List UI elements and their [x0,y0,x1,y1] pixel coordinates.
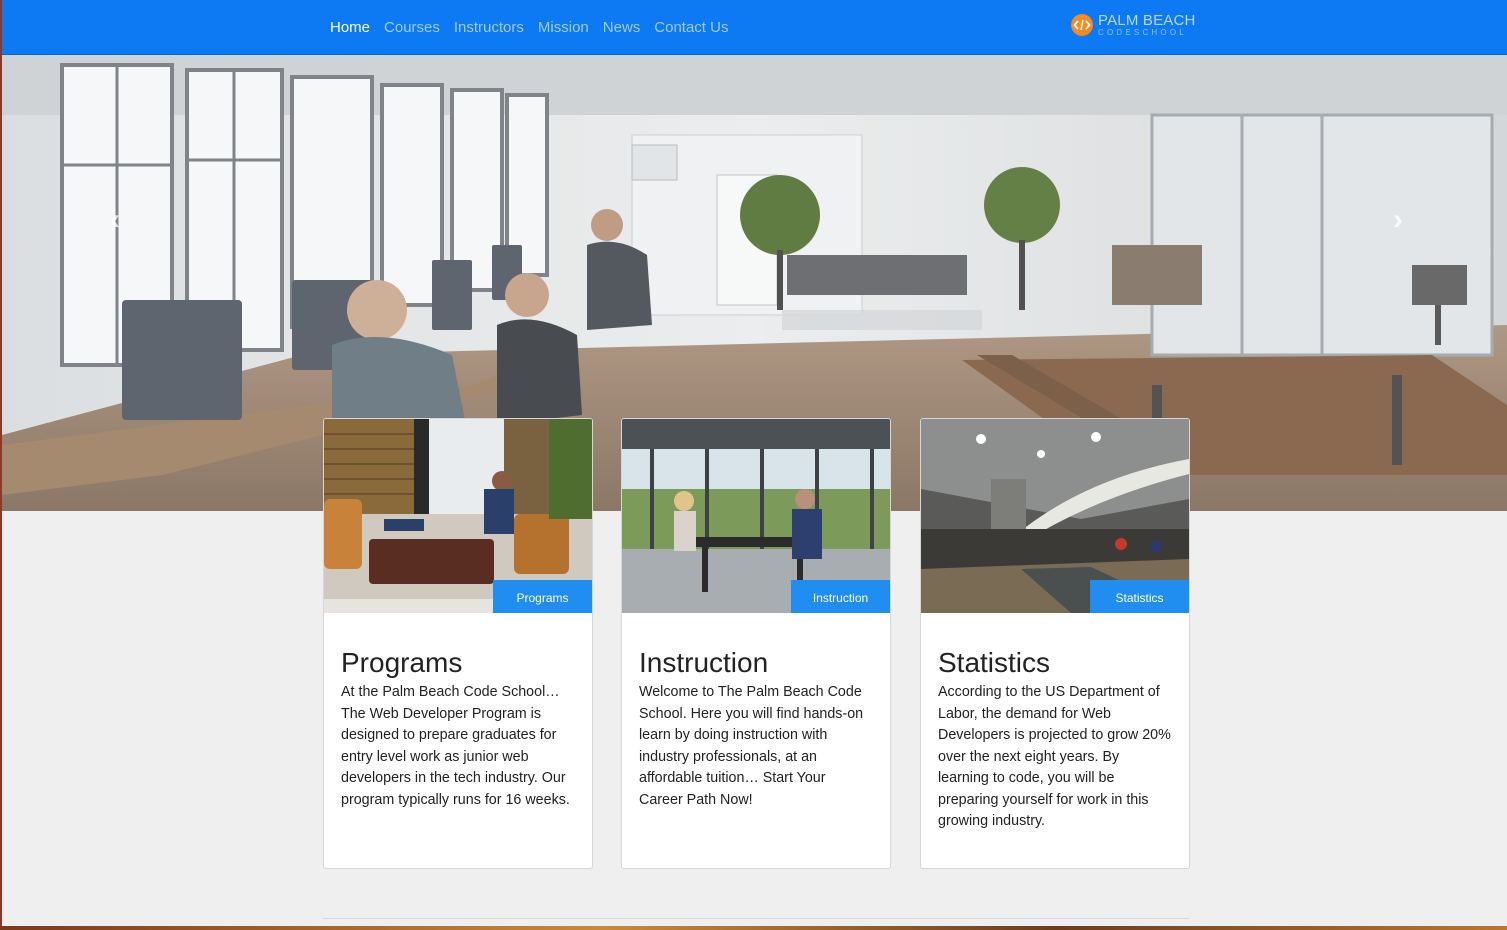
card-badge: Instruction [791,580,890,613]
card-instruction: Instruction Instruction Welcome to The P… [621,418,891,869]
card-image[interactable]: Statistics [921,419,1189,613]
nav-home-link[interactable]: Home [330,19,370,36]
card-badge: Programs [493,580,592,613]
card-body: Programs At the Palm Beach Code School… … [324,647,592,811]
nav-news-link[interactable]: News [603,19,641,36]
nav-instructors-link[interactable]: Instructors [454,19,524,36]
card-text: According to the US Department of Labor,… [938,684,1171,829]
desktop-edge [0,926,1507,930]
card-body: Statistics According to the US Departmen… [921,647,1189,833]
chevron-left-icon: ‹ [110,203,120,236]
card-statistics: Statistics Statistics According to the U… [920,418,1190,869]
card-title: Instruction [639,647,769,678]
navbar: Home Courses Instructors Mission News Co… [2,0,1507,55]
brand-name: PALM BEACH [1098,12,1196,29]
nav-contact-link[interactable]: Contact Us [654,19,728,36]
card-badge: Statistics [1090,580,1189,613]
nav-courses-link[interactable]: Courses [384,19,440,36]
card-title: Programs [341,647,463,678]
carousel-next-button[interactable]: › [1383,200,1413,240]
card-image[interactable]: Programs [324,419,592,613]
brand-text: PALM BEACH CODESCHOOL [1098,13,1196,37]
nav-links: Home Courses Instructors Mission News Co… [330,0,728,54]
card-title: Statistics [938,647,1051,678]
carousel-prev-button[interactable]: ‹ [100,200,130,240]
brand-subtitle: CODESCHOOL [1098,28,1187,37]
card-image[interactable]: Instruction [622,419,890,613]
code-brackets-logo-icon [1071,14,1093,36]
card-body: Instruction Welcome to The Palm Beach Co… [622,647,890,811]
card-programs: Programs Programs At the Palm Beach Code… [323,418,593,869]
nav-mission-link[interactable]: Mission [538,19,589,36]
chevron-right-icon: › [1393,203,1403,236]
section-divider [322,918,1190,919]
window-edge [0,0,2,930]
brand-logo-link[interactable]: PALM BEACH CODESCHOOL [1070,13,1196,37]
card-text: At the Palm Beach Code School… The Web D… [341,684,570,808]
card-text: Welcome to The Palm Beach Code School. H… [639,684,864,808]
